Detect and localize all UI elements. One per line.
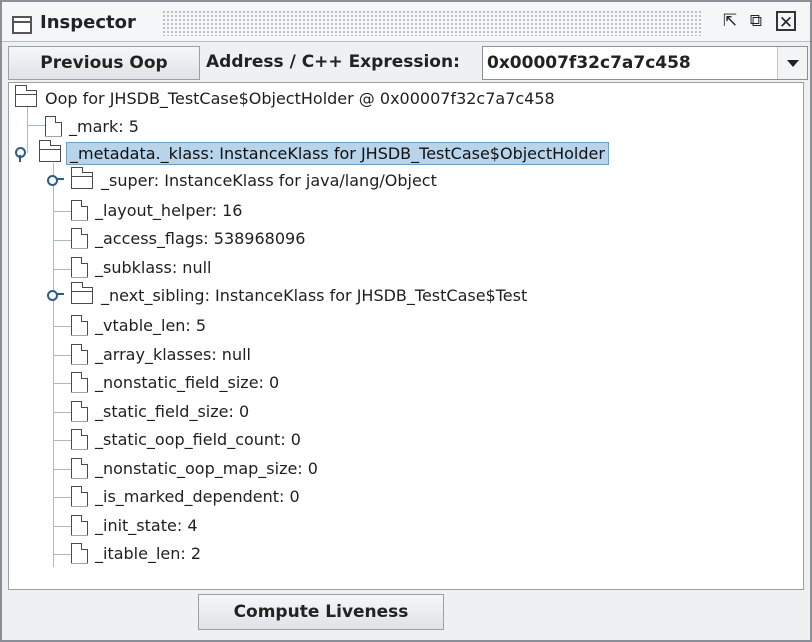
minimize-icon[interactable]: ⇱ — [720, 11, 740, 31]
tree-line — [53, 497, 71, 498]
file-icon — [71, 343, 88, 365]
file-icon — [71, 485, 88, 507]
tree-item-label: _static_oop_field_count: 0 — [95, 429, 301, 449]
tree-item-static-oop-field-count[interactable]: _static_oop_field_count: 0 — [71, 426, 304, 452]
tree-item-label: _next_sibling: InstanceKlass for JHSDB_T… — [101, 285, 528, 305]
tree-line — [27, 125, 45, 126]
tree-item-subklass[interactable]: _subklass: null — [71, 254, 214, 280]
title-bar[interactable]: Inspector ⇱ ⧉ ✕ — [2, 2, 810, 42]
tree-item-layout-helper[interactable]: _layout_helper: 16 — [71, 197, 245, 223]
tree-line — [53, 326, 71, 327]
window-icon — [12, 16, 32, 34]
inspector-window: Inspector ⇱ ⧉ ✕ Previous Oop Address / C… — [0, 0, 812, 642]
file-icon — [71, 428, 88, 450]
tree-line — [27, 107, 28, 153]
toolbar: Previous Oop Address / C++ Expression: — [8, 46, 808, 80]
tree-item-itable-len[interactable]: _itable_len: 2 — [71, 540, 204, 566]
tree-item-is-marked-dependent[interactable]: _is_marked_dependent: 0 — [71, 483, 303, 509]
address-label: Address / C++ Expression: — [206, 52, 460, 72]
window-title: Inspector — [40, 12, 136, 33]
tree-item-label: _subklass: null — [95, 257, 212, 277]
tree-root-label: Oop for JHSDB_TestCase$ObjectHolder @ 0x… — [45, 88, 555, 108]
file-icon — [71, 314, 88, 336]
file-icon — [71, 199, 88, 221]
folder-icon — [14, 84, 37, 107]
tree-item-metadata[interactable]: _metadata._klass: InstanceKlass for JHSD… — [38, 139, 609, 166]
bottom-bar: Compute Liveness — [8, 592, 804, 632]
tree-item-label: _init_state: 4 — [95, 515, 198, 535]
tree-item-mark[interactable]: _mark: 5 — [45, 113, 142, 139]
tree-item-label: _access_flags: 538968096 — [95, 228, 306, 248]
tree-line — [53, 383, 71, 384]
tree-item-label: _static_field_size: 0 — [95, 401, 250, 421]
tree-toggle-icon[interactable] — [15, 145, 27, 162]
previous-oop-button[interactable]: Previous Oop — [8, 46, 200, 80]
tree-line — [53, 469, 71, 470]
file-icon — [71, 514, 88, 536]
compute-liveness-button[interactable]: Compute Liveness — [198, 594, 444, 630]
tree-line — [53, 211, 71, 212]
tree-toggle-icon[interactable] — [47, 288, 64, 301]
tree-item-nonstatic-field-size[interactable]: _nonstatic_field_size: 0 — [71, 369, 282, 395]
file-icon — [71, 542, 88, 564]
tree-item-label: _nonstatic_field_size: 0 — [95, 372, 280, 392]
close-icon[interactable]: ✕ — [776, 11, 796, 33]
tree-item-nonstatic-oop-map-size[interactable]: _nonstatic_oop_map_size: 0 — [71, 455, 321, 481]
folder-icon — [70, 166, 93, 189]
file-icon — [71, 457, 88, 479]
tree-item-label: _is_marked_dependent: 0 — [95, 486, 300, 506]
title-bar-drag-area[interactable] — [162, 10, 702, 36]
tree-item-access-flags[interactable]: _access_flags: 538968096 — [71, 225, 308, 251]
tree-line — [53, 269, 71, 270]
tree-item-label: _vtable_len: 5 — [95, 315, 207, 335]
tree-line — [53, 526, 71, 527]
address-input[interactable] — [483, 47, 777, 79]
tree-item-next-sibling[interactable]: _next_sibling: InstanceKlass for JHSDB_T… — [70, 281, 530, 308]
tree-item-label: _metadata._klass: InstanceKlass for JHSD… — [66, 141, 609, 165]
tree-line — [53, 554, 71, 555]
tree-item-init-state[interactable]: _init_state: 4 — [71, 512, 201, 538]
tree-item-array-klasses[interactable]: _array_klasses: null — [71, 341, 254, 367]
tree-item-label: _super: InstanceKlass for java/lang/Obje… — [101, 170, 437, 190]
tree-item-label: _nonstatic_oop_map_size: 0 — [95, 458, 318, 478]
oop-tree[interactable]: Oop for JHSDB_TestCase$ObjectHolder @ 0x… — [8, 82, 804, 590]
file-icon — [71, 256, 88, 278]
tree-line — [53, 163, 54, 567]
folder-icon — [38, 139, 61, 162]
chevron-down-icon[interactable] — [777, 47, 807, 79]
tree-line — [53, 240, 71, 241]
tree-item-label: _layout_helper: 16 — [95, 200, 243, 220]
tree-toggle-icon[interactable] — [47, 173, 64, 186]
tree-line — [53, 440, 71, 441]
maximize-icon[interactable]: ⧉ — [746, 11, 766, 31]
address-combobox[interactable] — [482, 46, 808, 80]
tree-item-super[interactable]: _super: InstanceKlass for java/lang/Obje… — [70, 166, 440, 193]
tree-item-label: _array_klasses: null — [95, 344, 251, 364]
file-icon — [71, 371, 88, 393]
tree-item-static-field-size[interactable]: _static_field_size: 0 — [71, 398, 252, 424]
tree-item-label: _mark: 5 — [69, 116, 139, 136]
tree-line — [53, 355, 71, 356]
tree-line — [53, 412, 71, 413]
file-icon — [71, 400, 88, 422]
tree-item-label: _itable_len: 2 — [95, 543, 202, 563]
file-icon — [71, 227, 88, 249]
tree-root[interactable]: Oop for JHSDB_TestCase$ObjectHolder @ 0x… — [14, 84, 558, 111]
tree-item-vtable-len[interactable]: _vtable_len: 5 — [71, 312, 209, 338]
folder-icon — [70, 281, 93, 304]
file-icon — [45, 115, 62, 137]
